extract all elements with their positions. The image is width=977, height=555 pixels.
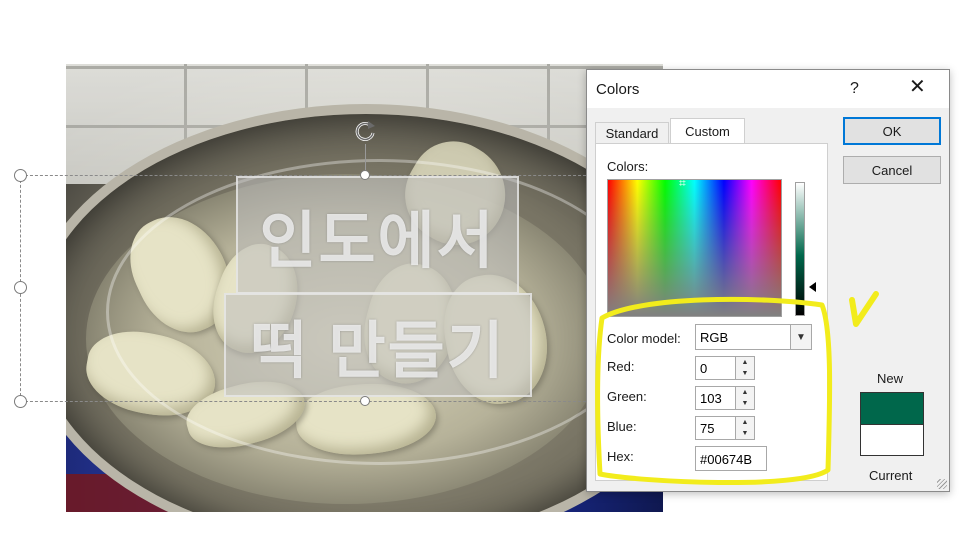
hex-input[interactable]: #00674B <box>695 446 767 471</box>
colors-dialog: Colors ? ✕ Standard Custom Colors: ⌗ Col… <box>586 69 950 492</box>
tab-standard[interactable]: Standard <box>595 122 669 144</box>
color-model-value: RGB <box>700 330 729 345</box>
green-input[interactable]: 103 ▲ ▼ <box>695 386 755 410</box>
red-stepper[interactable]: ▲ ▼ <box>735 357 754 379</box>
resize-handle-top[interactable] <box>360 170 370 180</box>
selection-border-top <box>20 175 586 176</box>
resize-handle-top-left[interactable] <box>14 169 27 182</box>
resize-handle-bottom-left[interactable] <box>14 395 27 408</box>
cancel-button[interactable]: Cancel <box>843 156 941 184</box>
color-model-label: Color model: <box>607 331 681 346</box>
hex-label: Hex: <box>607 449 634 464</box>
color-preview-swatch <box>860 392 924 456</box>
help-button[interactable]: ? <box>850 80 859 98</box>
chevron-down-icon[interactable]: ▼ <box>790 325 811 349</box>
ok-button[interactable]: OK <box>843 117 941 145</box>
slide-title-line-1-text: 인도에서 <box>259 207 496 276</box>
ok-button-label: OK <box>882 123 902 139</box>
green-value: 103 <box>700 391 722 406</box>
tab-standard-label: Standard <box>605 126 659 141</box>
current-color-swatch <box>861 424 923 455</box>
color-model-select[interactable]: RGB ▼ <box>695 324 812 350</box>
resize-handle-left[interactable] <box>14 281 27 294</box>
spin-down-icon[interactable]: ▼ <box>736 428 754 439</box>
spin-down-icon[interactable]: ▼ <box>736 398 754 409</box>
blue-value: 75 <box>700 421 715 436</box>
slide-title-line-2-text: 떡 만들기 <box>250 317 506 386</box>
color-spectrum-picker[interactable] <box>607 179 782 317</box>
new-color-label: New <box>877 371 904 386</box>
green-label: Green: <box>607 389 647 404</box>
blue-label: Blue: <box>607 419 637 434</box>
tab-custom[interactable]: Custom <box>670 118 745 144</box>
hex-value: #00674B <box>700 452 753 467</box>
red-label: Red: <box>607 359 635 374</box>
slide-title-line-1[interactable]: 인도에서 <box>236 176 519 294</box>
close-icon[interactable]: ✕ <box>909 77 926 97</box>
blue-input[interactable]: 75 ▲ ▼ <box>695 416 755 440</box>
luminance-slider[interactable] <box>795 182 805 316</box>
red-value: 0 <box>700 361 708 376</box>
cancel-button-label: Cancel <box>871 162 913 178</box>
current-color-label: Current <box>869 468 913 483</box>
resize-handle-bottom[interactable] <box>360 396 370 406</box>
tab-custom-label: Custom <box>685 124 730 139</box>
crosshair-icon: ⌗ <box>679 176 686 190</box>
blue-stepper[interactable]: ▲ ▼ <box>735 417 754 439</box>
colors-label: Colors: <box>607 159 649 174</box>
resize-grip-icon[interactable] <box>937 479 947 489</box>
slide-title-line-2[interactable]: 떡 만들기 <box>224 293 532 397</box>
selection-border-bottom <box>20 401 586 402</box>
new-color-swatch <box>861 393 923 424</box>
green-stepper[interactable]: ▲ ▼ <box>735 387 754 409</box>
spin-down-icon[interactable]: ▼ <box>736 368 754 379</box>
luminance-arrow-icon[interactable] <box>809 282 816 292</box>
red-input[interactable]: 0 ▲ ▼ <box>695 356 755 380</box>
dialog-title: Colors <box>596 81 640 98</box>
rotate-icon[interactable] <box>352 118 378 144</box>
dialog-titlebar: Colors ? ✕ <box>587 70 949 108</box>
